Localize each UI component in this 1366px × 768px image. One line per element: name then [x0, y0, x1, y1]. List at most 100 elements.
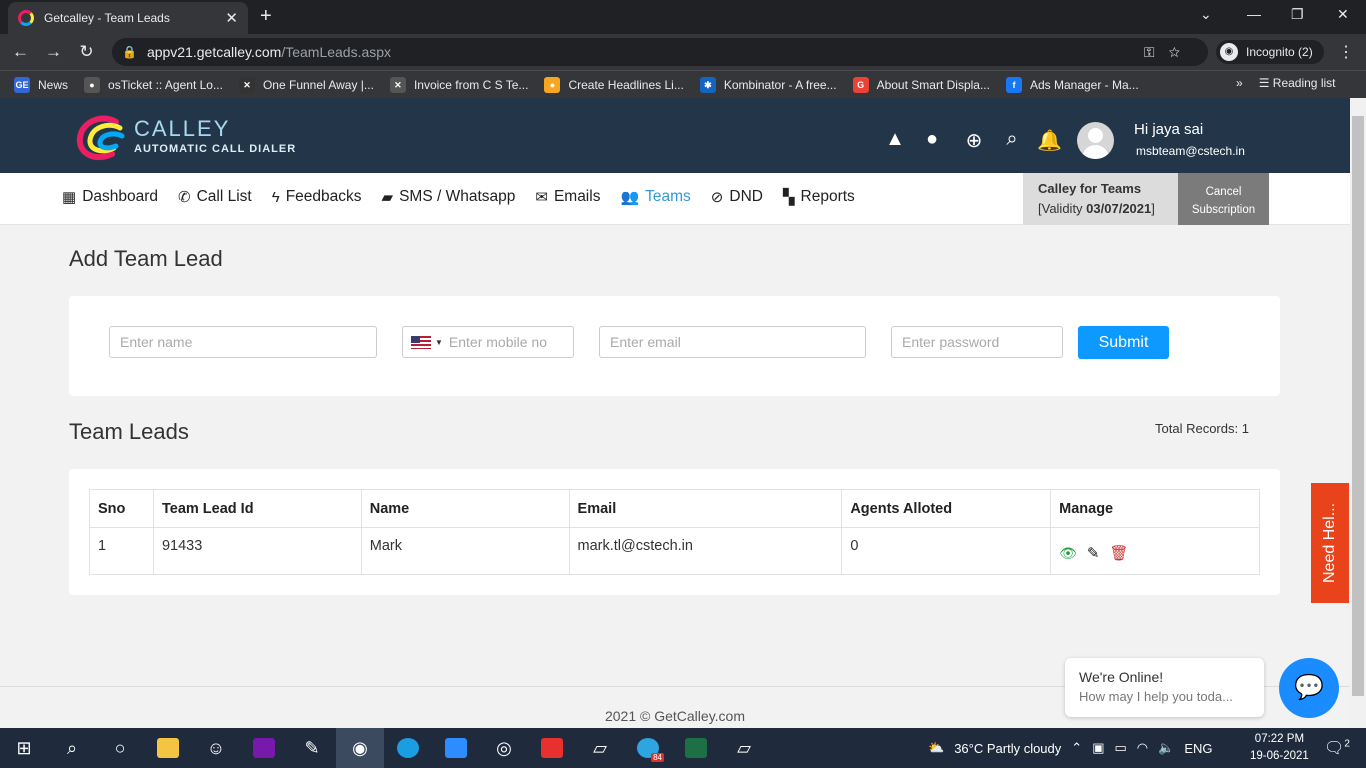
browser-tab[interactable]: Getcalley - Team Leads ✕: [8, 2, 248, 34]
new-tab-button[interactable]: +: [260, 5, 272, 28]
file-explorer-icon[interactable]: [144, 728, 192, 768]
mobile-field[interactable]: ▼: [402, 326, 574, 358]
submit-button[interactable]: Submit: [1078, 326, 1169, 359]
apple-icon[interactable]: ●: [920, 128, 944, 151]
forward-icon[interactable]: →: [37, 42, 70, 62]
help-icon[interactable]: ⊕: [962, 128, 986, 153]
us-flag-icon[interactable]: [411, 335, 431, 349]
paint-icon[interactable]: ✎: [288, 728, 336, 768]
nav-item-reports[interactable]: ▚ Reports: [783, 188, 855, 206]
view-icon[interactable]: 👁: [1059, 545, 1077, 562]
bookmark-item[interactable]: ● osTicket :: Agent Lo...: [84, 76, 223, 93]
notification-center-icon[interactable]: 🗨2: [1324, 738, 1350, 758]
calley-logo-icon[interactable]: [76, 114, 128, 162]
tab-search-icon[interactable]: ⌄: [1200, 6, 1212, 23]
team-leads-table: Sno Team Lead Id Name Email Agents Alloted Ma…: [89, 489, 1260, 575]
cancel-subscription-button[interactable]: Cancel Subscription: [1178, 173, 1269, 225]
cell-email: mark.tl@cstech.in: [568, 527, 843, 575]
column-header: Agents Alloted: [841, 489, 1052, 528]
app-notes-icon[interactable]: ▱: [720, 728, 768, 768]
bookmark-item[interactable]: ✕ Invoice from C S Te...: [389, 76, 528, 93]
country-dropdown-icon[interactable]: ▼: [435, 338, 443, 347]
chat-icon[interactable]: 💬: [1279, 658, 1339, 718]
anydesk-icon[interactable]: [528, 728, 576, 768]
bookmark-label: About Smart Displa...: [876, 77, 990, 92]
close-tab-icon[interactable]: ✕: [225, 9, 238, 27]
bell-icon[interactable]: 🔔: [1037, 128, 1062, 153]
reading-list-button[interactable]: ☰ Reading list: [1259, 76, 1336, 90]
reading-list-icon: ☰: [1258, 76, 1273, 90]
onenote-icon[interactable]: [240, 728, 288, 768]
nav-item-dashboard[interactable]: ▦ Dashboard: [62, 188, 158, 206]
user-avatar[interactable]: [1077, 122, 1114, 159]
volume-icon[interactable]: 🔈: [1158, 740, 1174, 756]
email-input[interactable]: [599, 326, 866, 358]
battery-icon[interactable]: ▭: [1114, 740, 1126, 756]
user-greeting[interactable]: Hi jaya sai: [1134, 121, 1203, 138]
cortana-icon[interactable]: ○: [96, 728, 144, 768]
bookmark-item[interactable]: GE News: [14, 76, 68, 93]
nav-icon: ✆: [178, 189, 191, 206]
password-input[interactable]: [891, 326, 1063, 358]
nav-item-emails[interactable]: ✉ Emails: [535, 188, 600, 206]
chrome-icon[interactable]: ◉: [336, 728, 384, 768]
bookmark-icon: ✱: [699, 76, 716, 93]
need-help-tab[interactable]: Need Hel...: [1311, 483, 1349, 603]
telegram-icon[interactable]: 84: [624, 728, 672, 768]
close-window-icon[interactable]: ✕: [1337, 6, 1349, 23]
app-document-icon[interactable]: ▱: [576, 728, 624, 768]
nav-item-sms-whatsapp[interactable]: ▰ SMS / Whatsapp: [382, 188, 516, 206]
key-icon[interactable]: ⚿: [1144, 44, 1169, 60]
nav-icon: ▚: [782, 189, 795, 206]
tray-device-icon[interactable]: ▣: [1092, 740, 1104, 756]
back-icon[interactable]: ←: [4, 42, 37, 62]
windows-start-icon[interactable]: ⊞: [0, 728, 48, 768]
nav-icon: ϟ: [271, 188, 280, 206]
url-bar[interactable]: 🔒 appv21.getcalley.com /TeamLeads.aspx ⚿…: [112, 38, 1208, 66]
taskbar-clock[interactable]: 07:22 PM 19-06-2021: [1250, 731, 1309, 765]
app-bot-icon[interactable]: ☺: [192, 728, 240, 768]
more-bookmarks-icon[interactable]: »: [1236, 76, 1243, 90]
chat-greeting[interactable]: We're Online! How may I help you toda...: [1065, 658, 1264, 717]
nav-item-teams[interactable]: 👥 Teams: [620, 188, 690, 206]
bookmark-item[interactable]: f Ads Manager - Ma...: [1005, 76, 1139, 93]
taskbar-search-icon[interactable]: ⌕: [48, 728, 96, 768]
bookmark-star-icon[interactable]: ☆: [1169, 44, 1194, 60]
tray-chevron-icon[interactable]: ⌃: [1071, 740, 1082, 756]
bookmark-icon: ✕: [238, 76, 255, 93]
restore-icon[interactable]: ❐: [1291, 6, 1304, 23]
weather-text[interactable]: 36°C Partly cloudy: [954, 741, 1061, 756]
nav-icon: 👥: [620, 189, 640, 206]
bookmark-item[interactable]: ● Create Headlines Li...: [544, 76, 684, 93]
zoom-icon[interactable]: [432, 728, 480, 768]
delete-icon[interactable]: 🗑: [1109, 544, 1128, 562]
bookmark-label: Ads Manager - Ma...: [1029, 77, 1139, 92]
mobile-input[interactable]: [448, 334, 569, 350]
search-icon[interactable]: ⌕: [1000, 128, 1024, 151]
language-indicator[interactable]: ENG: [1184, 741, 1212, 756]
edge-icon[interactable]: [384, 728, 432, 768]
wifi-icon[interactable]: ◠: [1137, 740, 1148, 756]
name-input[interactable]: [109, 326, 377, 358]
browser-menu-icon[interactable]: ⋮: [1338, 42, 1354, 62]
reload-icon[interactable]: ↻: [70, 42, 103, 62]
weather-icon[interactable]: ⛅: [928, 740, 944, 756]
clock-time: 07:22 PM: [1254, 733, 1305, 745]
bookmark-item[interactable]: ✕ One Funnel Away |...: [238, 76, 374, 93]
nav-label: Dashboard: [82, 188, 159, 205]
bookmark-item[interactable]: G About Smart Displa...: [852, 76, 990, 93]
bookmark-item[interactable]: ✱ Kombinator - A free...: [699, 76, 837, 93]
incognito-profile-button[interactable]: ◉ Incognito (2): [1216, 40, 1324, 64]
minimize-icon[interactable]: —: [1247, 6, 1261, 22]
excel-icon[interactable]: [672, 728, 720, 768]
notification-count: 2: [1344, 738, 1350, 750]
lock-icon[interactable]: 🔒: [122, 45, 137, 59]
bookmark-icon: G: [852, 76, 869, 93]
nav-item-call-list[interactable]: ✆ Call List: [178, 188, 252, 206]
nav-item-dnd[interactable]: ⊘ DND: [711, 188, 763, 206]
android-icon[interactable]: ▲: [883, 128, 907, 151]
app-target-icon[interactable]: ◎: [480, 728, 528, 768]
scrollbar-thumb[interactable]: [1352, 116, 1364, 696]
edit-icon[interactable]: ✎: [1087, 544, 1100, 562]
nav-item-feedbacks[interactable]: ϟ Feedbacks: [272, 188, 362, 206]
